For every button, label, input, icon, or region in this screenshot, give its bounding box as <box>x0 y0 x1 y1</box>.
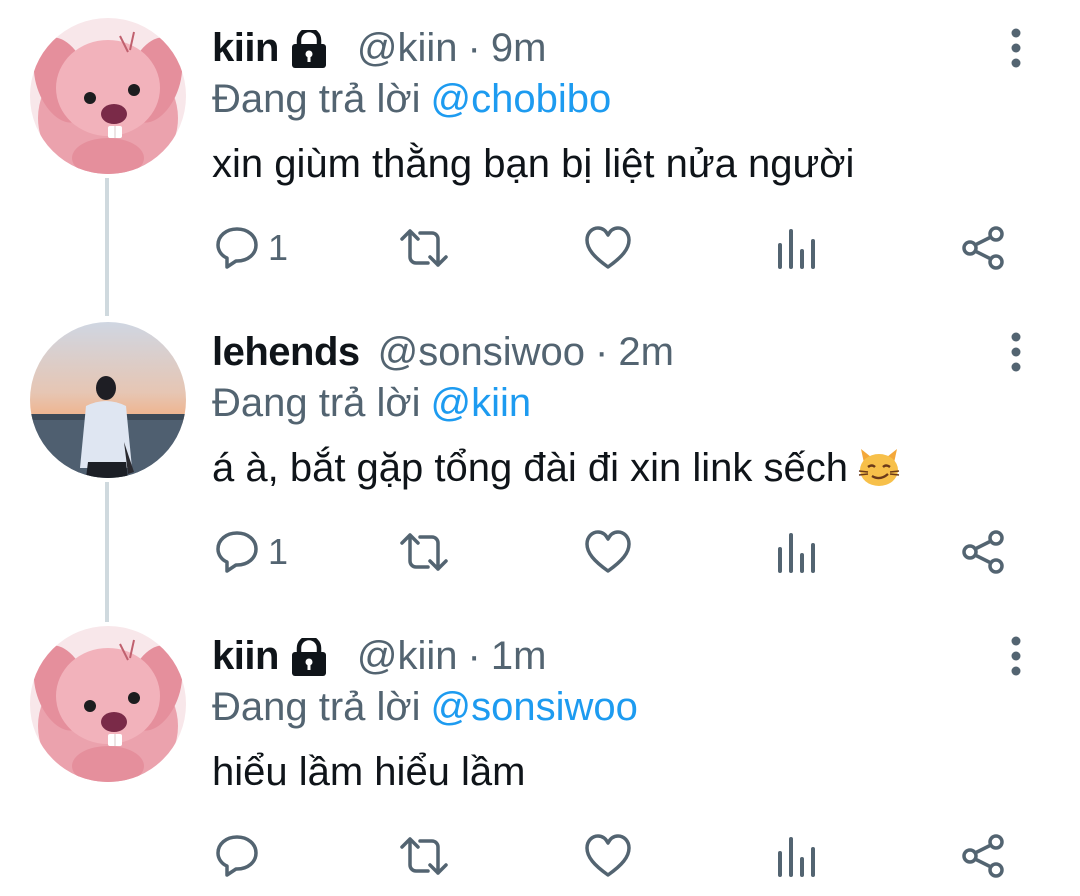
more-options-icon[interactable] <box>1000 26 1032 70</box>
replying-to-label: Đang trả lời <box>212 77 421 121</box>
avatar[interactable] <box>30 18 186 174</box>
avatar[interactable] <box>30 322 186 478</box>
replying-to-mention[interactable]: @sonsiwoo <box>431 685 638 729</box>
avatar[interactable] <box>30 626 186 782</box>
tweet-text-container: á à, bắt gặp tổng đài đi xin link sếch <box>212 442 902 494</box>
tweet[interactable]: kiin @kiin · 1m Đang trả lời @sonsiwoo hi… <box>0 608 1080 896</box>
more-options-icon[interactable] <box>1000 330 1032 374</box>
timestamp[interactable]: 2m <box>618 326 674 378</box>
heart-icon <box>585 834 631 877</box>
analytics-icon <box>778 837 815 877</box>
pink-beaver-avatar-image <box>30 626 186 782</box>
sunset-photo-avatar-image <box>30 322 186 478</box>
reply-count: 1 <box>268 227 289 268</box>
like-button[interactable] <box>584 220 632 276</box>
retweet-icon <box>400 229 448 267</box>
heart-icon <box>585 226 631 269</box>
share-icon <box>962 530 1004 574</box>
reply-button[interactable]: 1 <box>214 524 288 580</box>
pink-beaver-avatar-image <box>30 18 186 174</box>
like-button[interactable] <box>584 524 632 580</box>
tweet[interactable]: kiin @kiin · 9m Đang trả lời @chobibo xin… <box>0 0 1080 300</box>
timestamp[interactable]: 1m <box>491 630 547 682</box>
tweet-actions: 1 <box>0 524 1080 580</box>
tweet-actions: 1 <box>0 220 1080 276</box>
display-name[interactable]: kiin <box>212 630 279 682</box>
reply-icon <box>216 227 258 269</box>
like-button[interactable] <box>584 828 632 884</box>
replying-to-label: Đang trả lời <box>212 381 421 425</box>
username-handle[interactable]: @sonsiwoo <box>378 326 585 378</box>
share-button[interactable] <box>960 220 1006 276</box>
tweet-text: á à, bắt gặp tổng đài đi xin link sếch <box>212 446 848 490</box>
heart-icon <box>585 530 631 573</box>
replying-to-mention[interactable]: @chobibo <box>431 77 612 121</box>
replying-to-mention[interactable]: @kiin <box>431 381 532 425</box>
share-icon <box>962 226 1004 270</box>
retweet-button[interactable] <box>398 828 450 884</box>
tweet-text: hiểu lầm hiểu lầm <box>212 750 526 794</box>
tweet-header: kiin @kiin · 1m <box>212 630 546 682</box>
timestamp[interactable]: 9m <box>491 22 547 74</box>
replying-to-line: Đang trả lời @sonsiwoo <box>212 681 638 733</box>
tweet-text: xin giùm thằng bạn bị liệt nửa người <box>212 142 855 186</box>
views-button[interactable] <box>776 220 816 276</box>
analytics-icon <box>778 533 815 573</box>
reply-count: 1 <box>268 531 289 572</box>
tweet-actions <box>0 828 1080 884</box>
retweet-button[interactable] <box>398 220 450 276</box>
share-icon <box>962 834 1004 878</box>
retweet-icon <box>400 837 448 875</box>
username-handle[interactable]: @kiin <box>357 630 458 682</box>
analytics-icon <box>778 229 815 269</box>
views-button[interactable] <box>776 828 816 884</box>
lock-icon <box>289 27 329 68</box>
retweet-icon <box>400 533 448 571</box>
separator-dot: · <box>595 330 609 374</box>
replying-to-line: Đang trả lời @kiin <box>212 377 531 429</box>
share-button[interactable] <box>960 828 1006 884</box>
display-name[interactable]: kiin <box>212 22 279 74</box>
replying-to-line: Đang trả lời @chobibo <box>212 73 611 125</box>
reply-button[interactable] <box>214 828 268 884</box>
reply-icon <box>216 835 258 877</box>
more-options-icon[interactable] <box>1000 634 1032 678</box>
lock-icon <box>289 635 329 676</box>
replying-to-label: Đang trả lời <box>212 685 421 729</box>
tweet-header: kiin @kiin · 9m <box>212 22 546 74</box>
username-handle[interactable]: @kiin <box>357 22 458 74</box>
smirking-cat-emoji-icon <box>856 443 902 489</box>
tweet[interactable]: lehends @sonsiwoo · 2m Đang trả lời @kiin… <box>0 304 1080 604</box>
share-button[interactable] <box>960 524 1006 580</box>
separator-dot: · <box>467 634 481 678</box>
reply-button[interactable]: 1 <box>214 220 288 276</box>
retweet-button[interactable] <box>398 524 450 580</box>
display-name[interactable]: lehends <box>212 326 360 378</box>
separator-dot: · <box>467 26 481 70</box>
tweet-header: lehends @sonsiwoo · 2m <box>212 326 674 378</box>
views-button[interactable] <box>776 524 816 580</box>
reply-icon <box>216 531 258 573</box>
